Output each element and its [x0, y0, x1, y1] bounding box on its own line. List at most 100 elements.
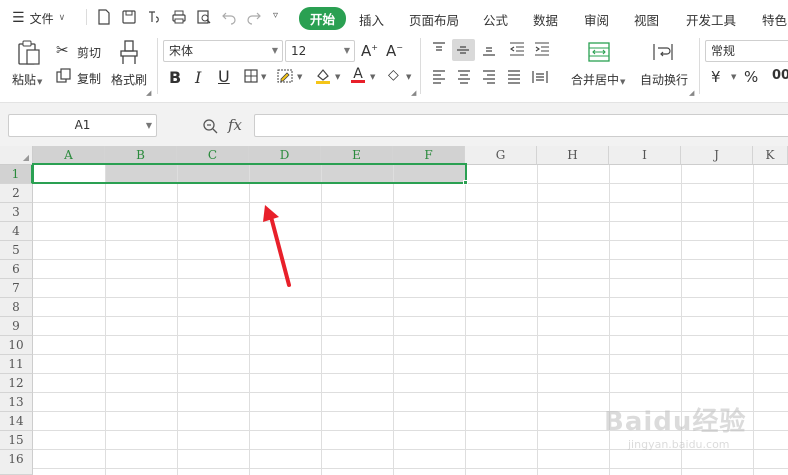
formula-input[interactable] — [254, 114, 788, 137]
new-file-icon[interactable] — [96, 9, 112, 25]
cut-button[interactable]: 剪切 — [77, 44, 101, 61]
tab-formulas[interactable]: 公式 — [483, 10, 508, 29]
align-center-icon[interactable] — [457, 70, 471, 84]
copy-icon[interactable] — [56, 68, 71, 83]
tab-view[interactable]: 视图 — [634, 10, 659, 29]
row-header-7[interactable]: 7 — [0, 279, 33, 298]
distributed-align-icon[interactable] — [532, 70, 548, 84]
divider — [157, 38, 158, 94]
gridline — [33, 335, 788, 336]
column-header-k[interactable]: K — [753, 146, 788, 165]
row-header-9[interactable]: 9 — [0, 317, 33, 336]
zoom-icon[interactable] — [202, 118, 218, 134]
column-header-h[interactable]: H — [537, 146, 609, 165]
row-header-13[interactable]: 13 — [0, 393, 33, 412]
font-color-icon[interactable]: A — [351, 66, 365, 83]
decrease-indent-icon[interactable] — [509, 42, 525, 56]
dialog-launcher-icon[interactable]: ◢ — [146, 89, 151, 97]
currency-icon[interactable]: ¥ — [711, 68, 721, 86]
tab-page-layout[interactable]: 页面布局 — [409, 10, 459, 29]
chevron-down-icon[interactable]: ▼ — [370, 73, 375, 81]
tab-insert[interactable]: 插入 — [359, 10, 384, 29]
merge-center-button[interactable]: 合并居中▼ — [571, 71, 625, 88]
row-header-4[interactable]: 4 — [0, 222, 33, 241]
row-header-14[interactable]: 14 — [0, 412, 33, 431]
baidu-logo: Baidu经验 — [604, 407, 747, 437]
insert-function-icon[interactable]: fx — [228, 116, 242, 134]
row-header-15[interactable]: 15 — [0, 431, 33, 450]
underline-icon[interactable]: U — [218, 67, 230, 86]
column-header-i[interactable]: I — [609, 146, 681, 165]
paste-label: 粘贴 — [12, 73, 37, 87]
merge-center-icon[interactable] — [588, 42, 610, 62]
tab-developer[interactable]: 开发工具 — [686, 10, 736, 29]
redo-icon[interactable] — [246, 9, 262, 25]
row-header-10[interactable]: 10 — [0, 336, 33, 355]
row-header-3[interactable]: 3 — [0, 203, 33, 222]
file-menu-label: 文件 — [29, 11, 54, 26]
print-icon[interactable] — [171, 9, 187, 25]
gridline — [33, 221, 788, 222]
align-right-icon[interactable] — [482, 70, 496, 84]
row-header-16[interactable]: 16 — [0, 450, 33, 475]
thousands-separator-icon[interactable]: 000 — [772, 68, 788, 83]
fill-handle[interactable] — [463, 180, 468, 185]
chevron-down-icon[interactable]: ▼ — [731, 73, 736, 81]
annotation-arrow-icon — [263, 205, 291, 287]
align-middle-button[interactable] — [452, 39, 475, 61]
tab-home[interactable]: 开始 — [299, 7, 347, 30]
print-preview-icon[interactable] — [196, 9, 212, 25]
row-header-2[interactable]: 2 — [0, 184, 33, 203]
percent-icon[interactable]: % — [744, 68, 758, 86]
tab-review[interactable]: 审阅 — [584, 10, 609, 29]
chevron-down-icon[interactable]: ▼ — [335, 73, 340, 81]
column-header-j[interactable]: J — [681, 146, 753, 165]
decrease-font-icon[interactable]: A− — [386, 42, 403, 60]
wrap-text-icon[interactable] — [652, 42, 674, 62]
tab-special[interactable]: 特色 — [762, 10, 787, 29]
wrap-text-button[interactable]: 自动换行 — [640, 71, 688, 88]
italic-icon[interactable]: I — [195, 68, 201, 87]
row-header-11[interactable]: 11 — [0, 355, 33, 374]
align-left-icon[interactable] — [432, 70, 446, 84]
chevron-down-icon[interactable]: ▼ — [406, 73, 411, 81]
scissors-icon[interactable]: ✂ — [56, 41, 69, 59]
align-top-icon[interactable] — [432, 42, 446, 56]
tab-data[interactable]: 数据 — [533, 10, 558, 29]
row-header-8[interactable]: 8 — [0, 298, 33, 317]
row-header-6[interactable]: 6 — [0, 260, 33, 279]
undo-icon[interactable] — [221, 9, 237, 25]
number-format-select[interactable]: 常规 — [705, 40, 788, 62]
paste-button[interactable]: 粘贴▼ — [12, 71, 42, 88]
clear-format-icon[interactable]: ◇ — [388, 67, 399, 83]
copy-button[interactable]: 复制 — [77, 70, 101, 87]
font-name-select[interactable]: 宋体 ▼ — [163, 40, 283, 62]
file-menu-button[interactable]: ☰ 文件 ∨ — [12, 8, 65, 28]
increase-indent-icon[interactable] — [534, 42, 550, 56]
watermark-url: jingyan.baidu.com — [628, 438, 730, 451]
select-all-corner[interactable]: ◢ — [0, 146, 33, 165]
format-painter-icon[interactable] — [118, 40, 140, 66]
chevron-down-icon[interactable]: ▼ — [297, 73, 302, 81]
column-header-g[interactable]: G — [465, 146, 537, 165]
save-icon[interactable] — [121, 9, 137, 25]
border-icon[interactable] — [244, 69, 258, 83]
export-pdf-icon[interactable] — [146, 9, 162, 25]
cell-style-icon[interactable] — [277, 69, 293, 83]
row-header-5[interactable]: 5 — [0, 241, 33, 260]
increase-font-icon[interactable]: A+ — [361, 42, 378, 60]
align-bottom-icon[interactable] — [482, 42, 496, 56]
row-header-12[interactable]: 12 — [0, 374, 33, 393]
font-size-select[interactable]: 12 ▼ — [285, 40, 355, 62]
fill-color-icon[interactable] — [314, 67, 332, 85]
dialog-launcher-icon[interactable]: ◢ — [689, 89, 694, 97]
dialog-launcher-icon[interactable]: ◢ — [411, 89, 416, 97]
name-box[interactable]: A1 ▼ — [8, 114, 157, 137]
more-commands-icon[interactable]: ▿ — [273, 10, 278, 21]
paste-icon[interactable] — [17, 40, 41, 66]
bold-icon[interactable]: B — [169, 68, 181, 87]
format-painter-button[interactable]: 格式刷 — [111, 71, 147, 88]
chevron-down-icon[interactable]: ▼ — [261, 73, 266, 81]
justify-icon[interactable] — [507, 70, 521, 84]
row-header-1[interactable]: 1 — [0, 165, 33, 184]
